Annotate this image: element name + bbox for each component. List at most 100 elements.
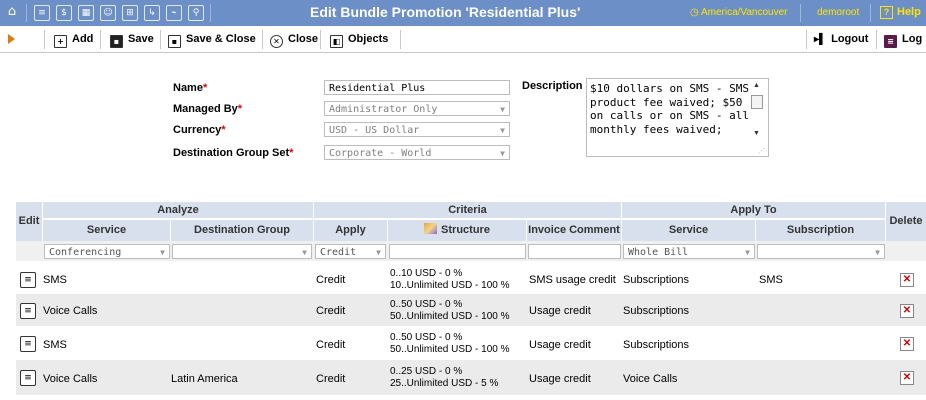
chevron-down-icon: ▼	[302, 248, 307, 257]
objects-button[interactable]: ◧ Objects	[330, 27, 388, 52]
col-subscription-header[interactable]: Subscription	[756, 220, 886, 241]
save-icon: ▪	[110, 35, 123, 48]
user-link[interactable]: demoroot	[817, 7, 859, 18]
managed-by-value: Administrator Only	[329, 104, 438, 115]
currency-select[interactable]: USD - US Dollar ▼	[324, 122, 510, 137]
structure-label: Structure	[441, 224, 490, 236]
edit-icon[interactable]: ≡	[20, 303, 36, 319]
row-apply-service: Voice Calls	[623, 373, 678, 385]
chevron-down-icon: ▼	[745, 248, 750, 257]
new-apply-service-value: Whole Bill	[628, 247, 689, 258]
new-invoice-comment-input[interactable]	[528, 244, 621, 259]
scroll-down-icon[interactable]: ▼	[753, 130, 760, 137]
col-structure-header[interactable]: Structure	[388, 220, 527, 241]
row-apply: Credit	[316, 373, 346, 385]
add-label: Add	[72, 33, 94, 45]
save-button[interactable]: ▪ Save	[110, 27, 154, 52]
person-icon[interactable]: ☺	[100, 5, 116, 21]
destination-group-set-select[interactable]: Corporate - World ▼	[324, 145, 510, 160]
col-destination-group-header[interactable]: Destination Group	[171, 220, 314, 241]
divider	[26, 4, 27, 22]
col-invoice-comment-header[interactable]: Invoice Comment	[527, 220, 622, 241]
row-apply-service: Subscriptions	[623, 305, 690, 317]
row-destination-group: Latin America	[171, 373, 238, 385]
delete-icon[interactable]: ✕	[900, 371, 914, 385]
name-label: Name*	[173, 82, 208, 94]
row-structure-line1: 0..25 USD - 0 %	[390, 366, 463, 377]
pencil-ruler-icon	[424, 223, 438, 234]
col-delete-header: Delete	[886, 202, 926, 241]
close-label: Close	[288, 33, 318, 45]
list-icon[interactable]: ≡	[34, 5, 50, 21]
currency-label: Currency*	[173, 124, 226, 136]
col-apply-header[interactable]: Apply	[314, 220, 388, 241]
home-icon[interactable]: ⌂	[5, 5, 19, 19]
help-icon: ?	[880, 6, 893, 19]
chevron-down-icon: ▼	[875, 248, 880, 257]
row-apply: Credit	[316, 305, 346, 317]
new-subscription-select[interactable]: ▼	[757, 244, 885, 259]
row-apply-service: Subscriptions	[623, 274, 690, 286]
resize-grip-icon[interactable]: ⋰	[758, 147, 765, 155]
scroll-up-icon[interactable]: ▲	[753, 82, 760, 89]
new-structure-input[interactable]	[389, 244, 526, 259]
description-label: Description	[522, 80, 583, 92]
dollar-icon[interactable]: $	[56, 5, 72, 21]
description-scrollbar[interactable]: ▲ ▼	[750, 82, 764, 142]
timezone-link[interactable]: ◷ America/Vancouver	[690, 7, 787, 18]
new-apply-service-select[interactable]: Whole Bill ▼	[623, 244, 755, 259]
row-service: Voice Calls	[43, 305, 98, 317]
scroll-thumb[interactable]	[751, 95, 763, 109]
row-service: SMS	[43, 339, 67, 351]
chart-icon[interactable]: ⌁	[166, 5, 182, 21]
help-link[interactable]: ? Help	[880, 6, 921, 19]
routing-icon[interactable]: ↳	[144, 5, 160, 21]
description-text: $10 dollars on SMS - SMS product fee wai…	[590, 82, 756, 136]
delete-icon[interactable]: ✕	[900, 337, 914, 351]
new-service-select[interactable]: Conferencing ▼	[44, 244, 170, 259]
objects-icon: ◧	[330, 35, 343, 48]
logout-icon: ▸▌	[814, 34, 827, 45]
divider	[870, 4, 871, 22]
search-icon[interactable]: ⚲	[188, 5, 204, 21]
divider	[160, 30, 161, 49]
delete-icon[interactable]: ✕	[900, 273, 914, 287]
divider	[44, 30, 45, 49]
chevron-down-icon: ▼	[376, 248, 381, 257]
new-apply-select[interactable]: Credit ▼	[315, 244, 386, 259]
delete-icon[interactable]: ✕	[900, 304, 914, 318]
row-invoice-comment: Usage credit	[529, 305, 591, 317]
row-invoice-comment: Usage credit	[529, 373, 591, 385]
add-button[interactable]: + Add	[54, 27, 93, 52]
new-destination-group-select[interactable]: ▼	[172, 244, 312, 259]
description-textarea[interactable]: $10 dollars on SMS - SMS product fee wai…	[586, 78, 769, 157]
col-service-header[interactable]: Service	[43, 220, 171, 241]
group-apply-to-header: Apply To	[622, 202, 886, 219]
currency-value: USD - US Dollar	[329, 125, 420, 136]
col-apply-service-header[interactable]: Service	[622, 220, 756, 241]
divider	[876, 30, 877, 49]
managed-by-label: Managed By*	[173, 103, 243, 115]
name-input[interactable]: Residential Plus	[324, 80, 510, 95]
page-title: Edit Bundle Promotion 'Residential Plus'	[310, 4, 581, 20]
edit-icon[interactable]: ≡	[20, 370, 36, 386]
network-icon[interactable]: ⊞	[122, 5, 138, 21]
logout-button[interactable]: ▸▌ Logout	[814, 27, 868, 52]
managed-by-select[interactable]: Administrator Only ▼	[324, 101, 510, 116]
edit-icon[interactable]: ≡	[20, 336, 36, 352]
close-icon: ✕	[270, 35, 283, 48]
divider	[262, 30, 263, 49]
play-arrow-icon[interactable]	[8, 34, 15, 44]
toolbar: + Add ▪ Save ▪ Save & Close ✕ Close ◧ Objects…	[0, 27, 926, 53]
edit-icon[interactable]: ≡	[20, 272, 36, 288]
row-service: Voice Calls	[43, 373, 98, 385]
save-close-button[interactable]: ▪ Save & Close	[168, 27, 256, 52]
chevron-down-icon: ▼	[500, 105, 505, 114]
close-button[interactable]: ✕ Close	[270, 27, 318, 52]
grid-icon[interactable]: ▦	[78, 5, 94, 21]
divider	[800, 4, 801, 22]
log-button[interactable]: ≡ Log	[884, 27, 922, 52]
row-structure-line2: 50..Unlimited USD - 100 %	[390, 311, 510, 322]
col-edit-header: Edit	[16, 202, 43, 241]
row-structure-line1: 0..10 USD - 0 %	[390, 268, 463, 279]
